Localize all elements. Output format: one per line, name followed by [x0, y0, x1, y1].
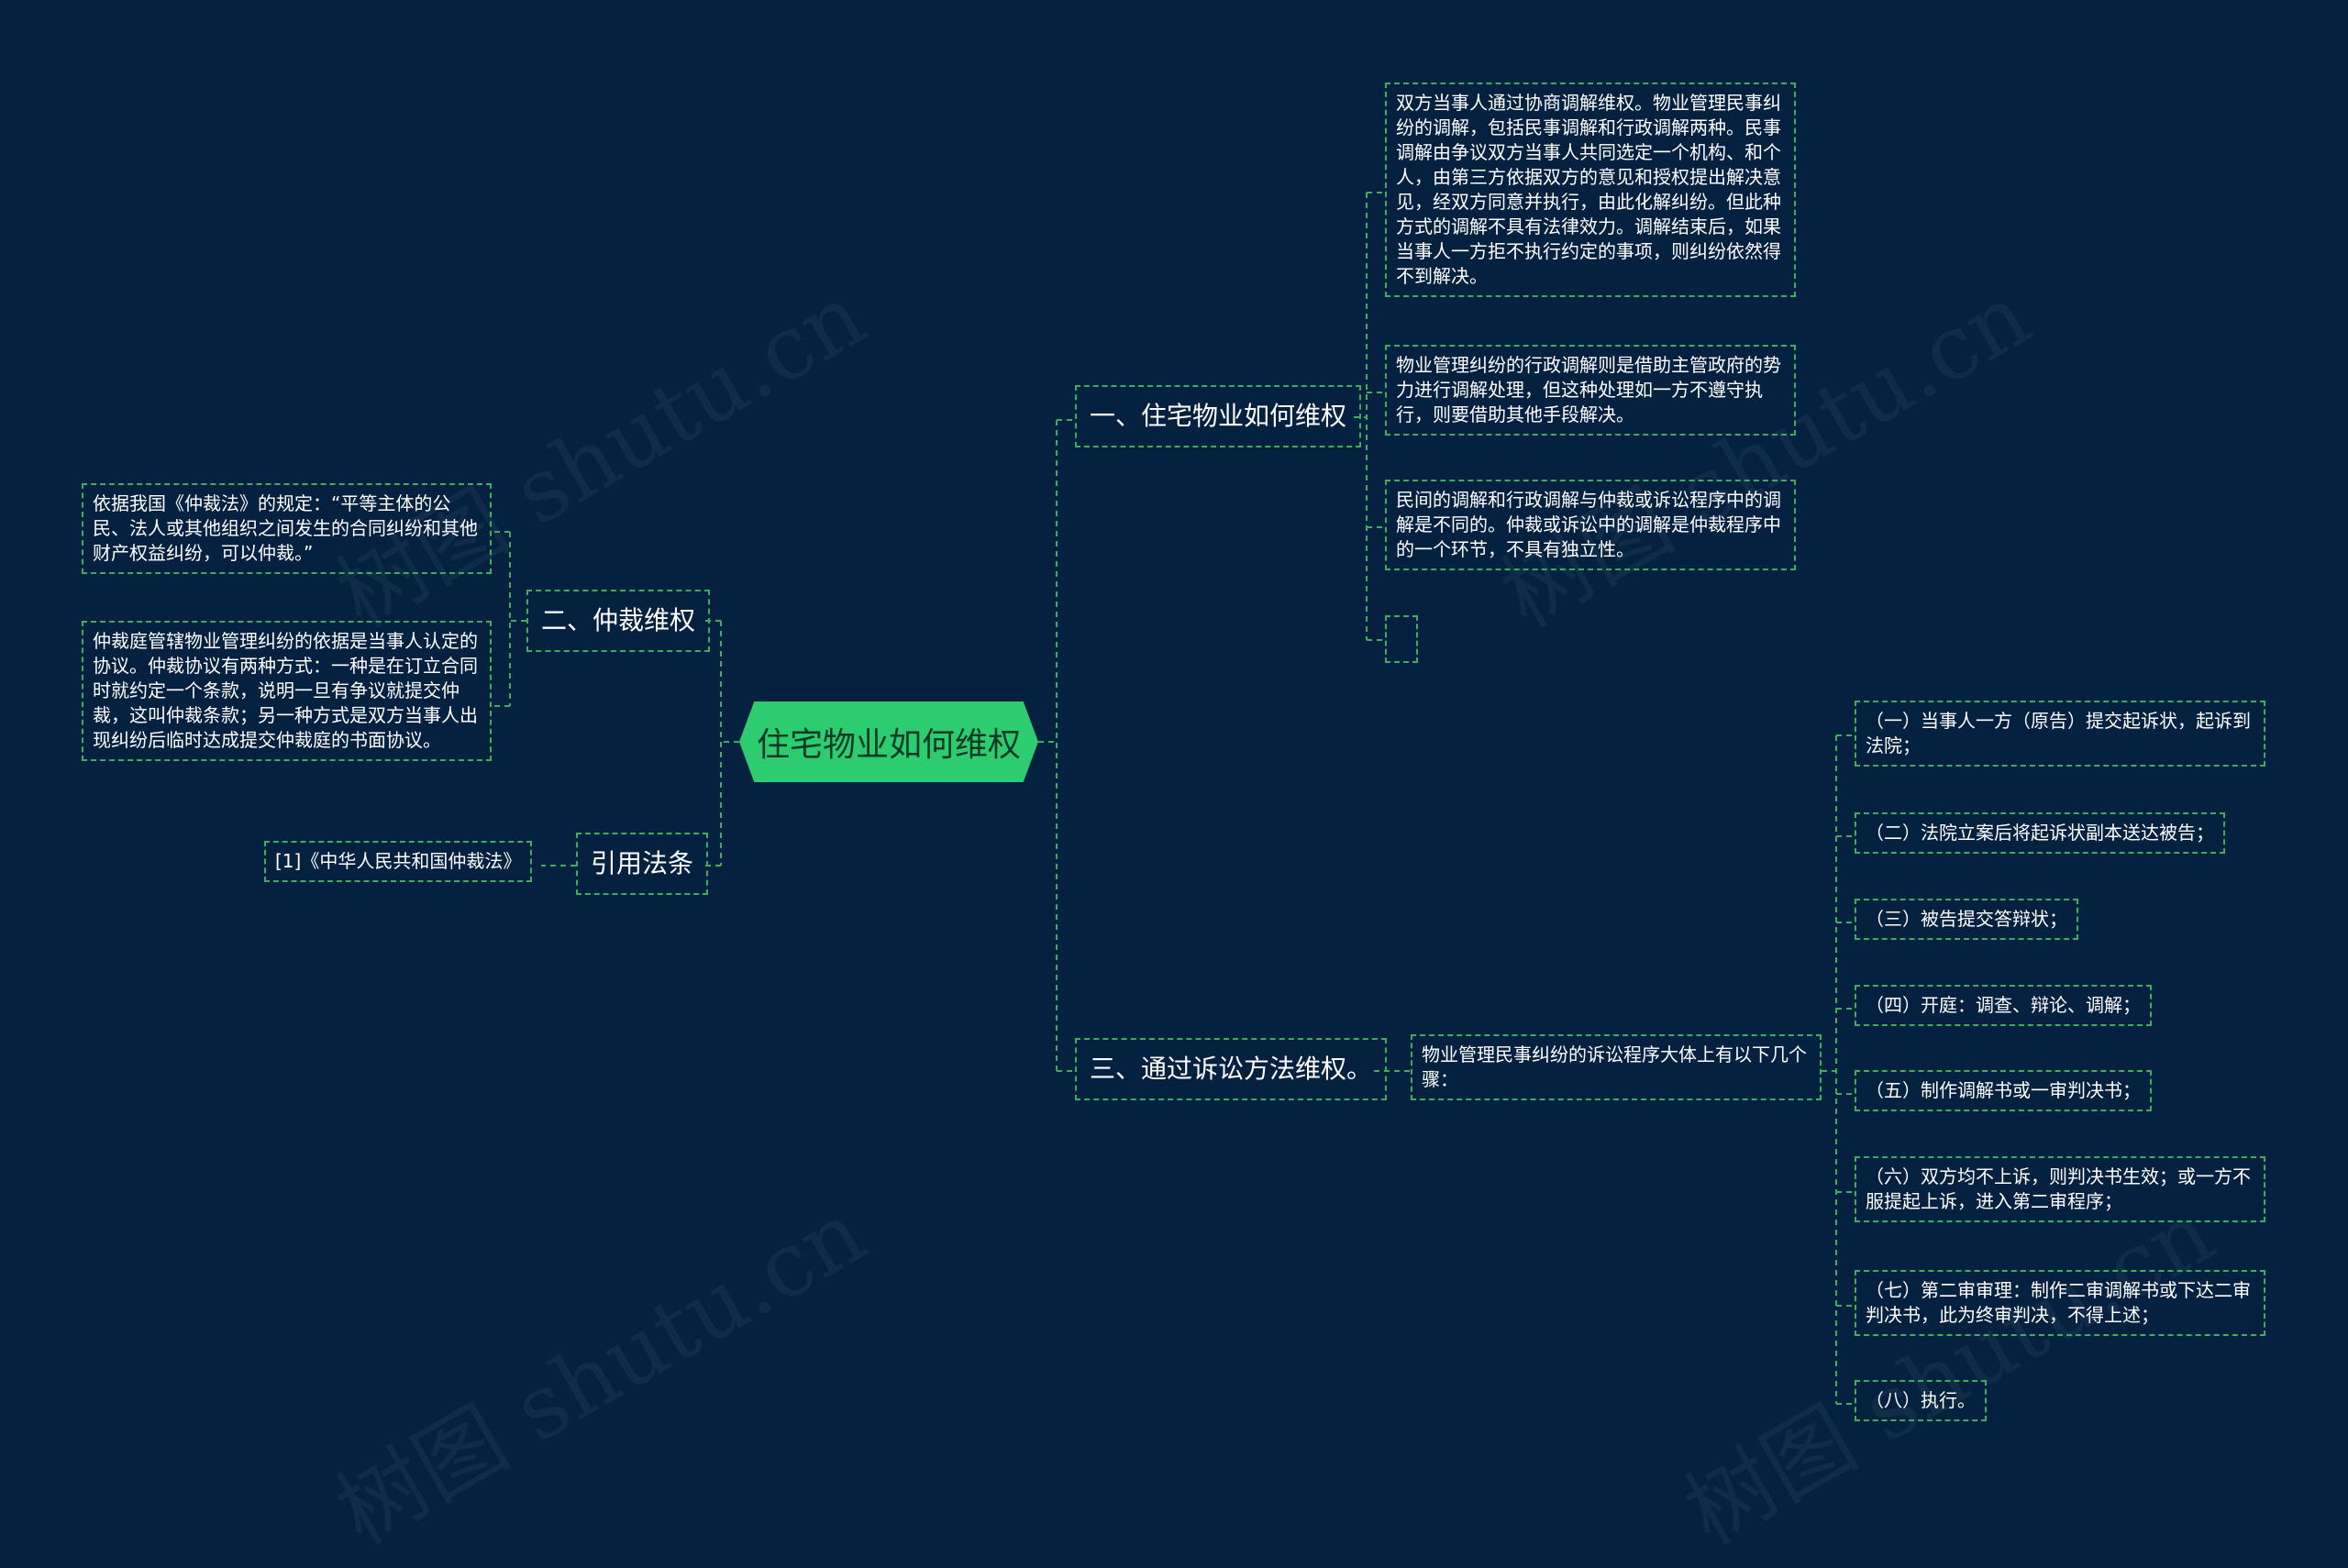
step-7[interactable]: （七）第二审审理：制作二审调解书或下达二审判决书，此为终审判决，不得上述；	[1855, 1270, 2265, 1336]
branch-cited-law[interactable]: 引用法条	[576, 833, 709, 895]
step-3[interactable]: （三）被告提交答辩状；	[1855, 899, 2078, 940]
step-1[interactable]: （一）当事人一方（原告）提交起诉状，起诉到法院；	[1855, 701, 2265, 767]
root-topic[interactable]: 住宅物业如何维权	[739, 701, 1038, 782]
leaf-cited-arbitration-law[interactable]: [1]《中华人民共和国仲裁法》	[264, 841, 533, 882]
step-6[interactable]: （六）双方均不上诉，则判决书生效；或一方不服提起上诉，进入第二审程序；	[1855, 1156, 2265, 1222]
leaf-negotiation-mediation[interactable]: 双方当事人通过协商调解维权。物业管理民事纠纷的调解，包括民事调解和行政调解两种。…	[1385, 83, 1796, 297]
branch-residential-rights[interactable]: 一、住宅物业如何维权	[1075, 385, 1362, 447]
step-8[interactable]: （八）执行。	[1855, 1380, 1987, 1421]
leaf-administrative-mediation[interactable]: 物业管理纠纷的行政调解则是借助主管政府的势力进行调解处理，但这种处理如一方不遵守…	[1385, 345, 1796, 436]
step-2[interactable]: （二）法院立案后将起诉状副本送达被告；	[1855, 812, 2225, 854]
branch-litigation[interactable]: 三、通过诉讼方法维权。	[1075, 1038, 1388, 1100]
leaf-litigation-procedure[interactable]: 物业管理民事纠纷的诉讼程序大体上有以下几个骤：	[1411, 1034, 1822, 1100]
leaf-arbitration-law[interactable]: 依据我国《仲裁法》的规定：“平等主体的公民、法人或其他组织之间发生的合同纠纷和其…	[82, 483, 492, 574]
step-4[interactable]: （四）开庭：调查、辩论、调解；	[1855, 985, 2152, 1026]
leaf-arbitration-agreement[interactable]: 仲裁庭管辖物业管理纠纷的依据是当事人认定的协议。仲裁协议有两种方式：一种是在订立…	[82, 621, 492, 761]
branch-arbitration[interactable]: 二、仲裁维权	[526, 590, 711, 652]
leaf-empty[interactable]	[1385, 615, 1418, 663]
step-5[interactable]: （五）制作调解书或一审判决书；	[1855, 1070, 2152, 1111]
leaf-mediation-difference[interactable]: 民间的调解和行政调解与仲裁或诉讼程序中的调解是不同的。仲裁或诉讼中的调解是仲裁程…	[1385, 480, 1796, 570]
